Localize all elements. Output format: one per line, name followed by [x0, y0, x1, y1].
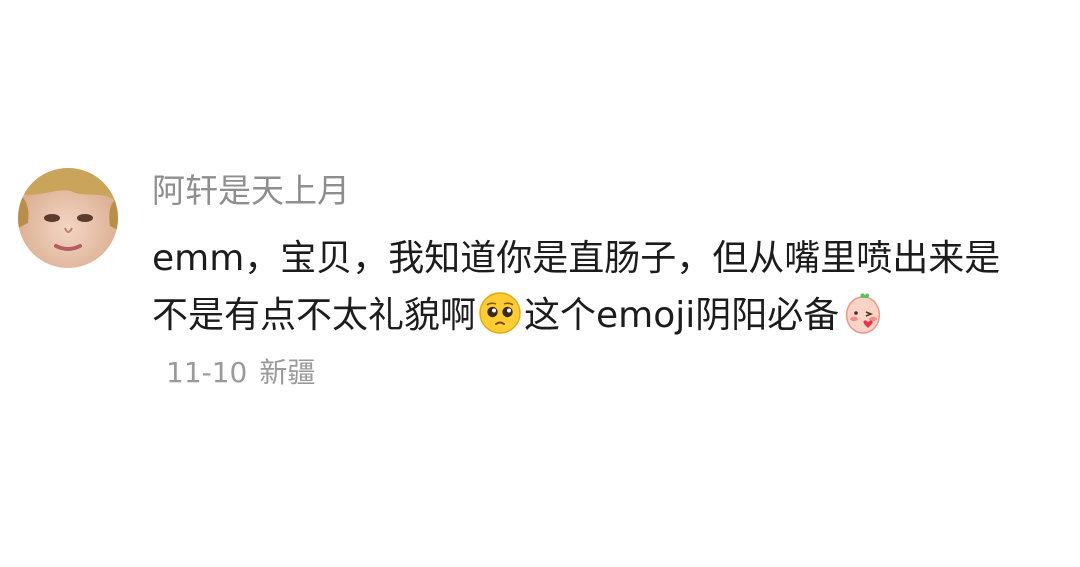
comment-location: 新疆 — [259, 356, 316, 389]
comment-text-part-2: 这个emoji阴阳必备 — [524, 295, 840, 336]
pleading-face-icon — [478, 291, 522, 335]
peach-sticker-icon — [841, 291, 885, 335]
username[interactable]: 阿轩是天上月 — [152, 168, 1032, 214]
comment-meta: 11-10 新疆 — [166, 344, 315, 401]
comment-text: emm，宝贝，我知道你是直肠子，但从嘴里喷出来是不是有点不太礼貌啊 这个emoj… — [152, 230, 1022, 401]
avatar[interactable] — [18, 168, 118, 268]
comment-date: 11-10 — [166, 356, 248, 389]
avatar-photo-icon — [18, 168, 118, 268]
